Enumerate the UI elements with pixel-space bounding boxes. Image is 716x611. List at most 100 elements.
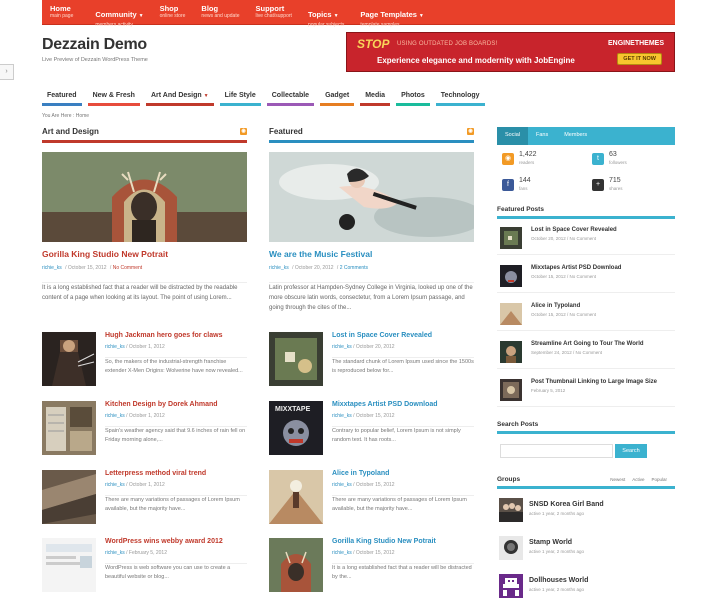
category-tab-1[interactable]: New & Fresh (87, 88, 140, 106)
sidebar-tab-fans[interactable]: Fans (528, 127, 556, 145)
group-tab-popular[interactable]: Popular (651, 477, 667, 482)
post-title[interactable]: Mixxtapes Artist PSD Download (332, 401, 438, 408)
post-author[interactable]: richie_ks (105, 550, 125, 556)
featured-post-item[interactable]: Mixxtapes Artist PSD Download October 15,… (497, 261, 675, 293)
post-thumbnail[interactable]: MIXXTAPE (269, 401, 323, 455)
featured-image-music[interactable] (269, 152, 474, 242)
topnav-item-1[interactable]: Community ▼ members activity (87, 0, 151, 28)
group-title[interactable]: Stamp World (529, 539, 572, 546)
social-counter[interactable]: +715 shares (587, 177, 667, 195)
post-title[interactable]: Alice in Typoland (332, 470, 389, 477)
post-thumbnail[interactable] (42, 332, 96, 386)
post-author[interactable]: richie_ks (332, 482, 352, 488)
post-thumbnail[interactable] (500, 341, 522, 363)
group-item[interactable]: Stamp World active 1 year, 2 months ago (497, 533, 675, 567)
post-thumbnail[interactable] (500, 227, 522, 249)
post-thumbnail[interactable] (42, 401, 96, 455)
social-counter[interactable]: ◉ 1,422 readers (497, 151, 577, 169)
category-tab-7[interactable]: Photos (396, 88, 430, 106)
post-thumbnail[interactable] (42, 470, 96, 524)
group-title[interactable]: SNSD Korea Girl Band (529, 501, 604, 508)
post-comments[interactable]: 2 Comments (340, 265, 368, 271)
post-thumbnail[interactable] (269, 332, 323, 386)
post-comments[interactable]: No Comment (576, 350, 603, 355)
group-item[interactable]: SNSD Korea Girl Band active 1 year, 2 mon… (497, 495, 675, 529)
topnav-item-2[interactable]: Shop online store (152, 0, 194, 24)
banner-cta-button[interactable]: GET IT NOW (617, 53, 662, 65)
post-author[interactable]: richie_ks (269, 265, 289, 271)
featured-post-title[interactable]: We are the Music Festival (269, 249, 372, 259)
post-title[interactable]: Lost in Space Cover Revealed (531, 227, 617, 233)
category-tab-0[interactable]: Featured (42, 88, 82, 106)
social-counter[interactable]: f 144 fans (497, 177, 577, 195)
category-tab-8[interactable]: Technology (435, 88, 485, 106)
post-title[interactable]: Hugh Jackman hero goes for claws (105, 332, 222, 339)
post-thumbnail[interactable] (42, 538, 96, 592)
site-title[interactable]: Dezzain Demo (42, 36, 147, 54)
post-title[interactable]: Kitchen Design by Dorek Ahmand (105, 401, 218, 408)
sidebar-tab-members[interactable]: Members (556, 127, 595, 145)
list-item: WordPress wins webby award 2012 richie_ks… (42, 538, 247, 596)
post-author[interactable]: richie_ks (42, 265, 62, 271)
rss-icon[interactable]: ◉ (240, 128, 247, 135)
post-title[interactable]: Alice in Typoland (531, 303, 580, 309)
group-tab-newest[interactable]: Newest (610, 477, 625, 482)
jobengine-banner[interactable]: STOP using outdated job boards! Experien… (346, 32, 675, 72)
group-avatar[interactable] (499, 498, 523, 522)
post-comments[interactable]: No Comment (570, 312, 597, 317)
post-thumbnail[interactable] (500, 265, 522, 287)
featured-post-item[interactable]: Post Thumbnail Linking to Large Image Si… (497, 375, 675, 407)
search-input[interactable] (500, 444, 613, 458)
post-comments[interactable]: No Comment (570, 274, 597, 279)
topnav-item-4[interactable]: Support live chat/support (248, 0, 300, 24)
group-title[interactable]: Dollhouses World (529, 577, 588, 584)
post-date: October 20, 2012 (531, 236, 566, 241)
category-tab-5[interactable]: Gadget (320, 88, 355, 106)
side-expand-tab[interactable]: › (0, 64, 14, 80)
post-author[interactable]: richie_ks (105, 344, 125, 350)
group-avatar[interactable] (499, 574, 523, 598)
featured-post-item[interactable]: Alice in Typoland October 15, 2012 / No C… (497, 299, 675, 331)
sidebar-tab-social[interactable]: Social (497, 127, 528, 145)
rss-icon[interactable]: ◉ (467, 128, 474, 135)
category-tab-3[interactable]: Life Style (219, 88, 261, 106)
post-title[interactable]: Streamline Art Going to Tour The World (531, 341, 644, 347)
topnav-item-6[interactable]: Page Templates ▼ template samples (352, 0, 432, 28)
post-title[interactable]: WordPress wins webby award 2012 (105, 538, 223, 545)
featured-post-title[interactable]: Gorilla King Studio New Potrait (42, 249, 168, 259)
featured-post-excerpt: It is a long established fact that a rea… (42, 282, 247, 303)
post-title[interactable]: Gorilla King Studio New Potrait (332, 538, 436, 545)
post-title[interactable]: Letterpress method viral trend (105, 470, 206, 477)
topnav-item-0[interactable]: Home main page (42, 0, 81, 24)
topnav-item-3[interactable]: Blog news and update (193, 0, 247, 24)
featured-post-item[interactable]: Streamline Art Going to Tour The World Se… (497, 337, 675, 369)
post-comments[interactable]: No Comment (570, 236, 597, 241)
category-tab-2[interactable]: Art And Design ▼ (145, 88, 214, 106)
search-button[interactable]: Search (615, 444, 647, 458)
category-tab-4[interactable]: Collectable (266, 88, 315, 106)
post-thumbnail[interactable] (269, 538, 323, 592)
post-title[interactable]: Post Thumbnail Linking to Large Image Si… (531, 379, 657, 385)
featured-post-item[interactable]: Lost in Space Cover Revealed October 20, … (497, 223, 675, 255)
section-title: Art and Design (42, 127, 99, 136)
post-author[interactable]: richie_ks (332, 550, 352, 556)
post-author[interactable]: richie_ks (332, 413, 352, 419)
group-tab-active[interactable]: Active (632, 477, 644, 482)
group-avatar[interactable] (499, 536, 523, 560)
post-comments[interactable]: No Comment (113, 265, 142, 271)
featured-image-gorilla[interactable] (42, 152, 247, 242)
post-thumbnail[interactable] (500, 379, 522, 401)
post-author[interactable]: richie_ks (332, 344, 352, 350)
post-thumbnail[interactable] (269, 470, 323, 524)
post-title[interactable]: Lost in Space Cover Revealed (332, 332, 432, 339)
topnav-item-5[interactable]: Topics ▼ popular subjects (300, 0, 352, 28)
post-title[interactable]: Mixxtapes Artist PSD Download (531, 265, 621, 271)
post-author[interactable]: richie_ks (105, 413, 125, 419)
post-thumbnail[interactable] (500, 303, 522, 325)
group-item[interactable]: Dollhouses World active 1 year, 2 months … (497, 571, 675, 605)
social-label: fans (519, 186, 528, 191)
post-meta: richie_ks / October 15, 2012 (332, 482, 395, 488)
category-tab-6[interactable]: Media (360, 88, 391, 106)
social-counter[interactable]: t 63 followers (587, 151, 667, 169)
post-author[interactable]: richie_ks (105, 482, 125, 488)
